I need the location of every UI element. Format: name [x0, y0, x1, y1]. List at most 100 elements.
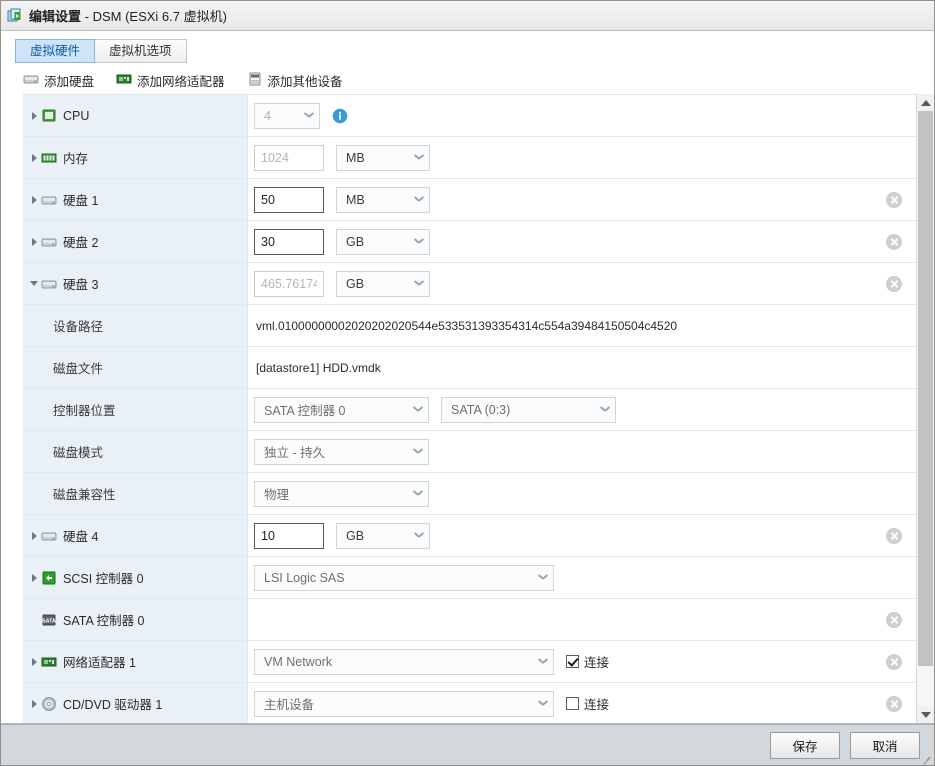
- hard-disk-icon: [41, 276, 57, 292]
- network-adapter-1-connect-checkbox[interactable]: [566, 655, 579, 668]
- disk-file-value: [datastore1] HDD.vmdk: [256, 360, 381, 375]
- cancel-button[interactable]: 取消: [850, 731, 920, 759]
- remove-hard-disk-1-button[interactable]: [886, 191, 902, 208]
- controller-location-label: 控制器位置: [53, 404, 116, 418]
- remove-sata-controller-0-button[interactable]: [886, 611, 902, 628]
- controller-select[interactable]: SATA 控制器 0: [254, 396, 429, 423]
- device-grid: CPU 4 内存 1024 MB 硬盘 1 50 MB 硬盘 2 30 GB 硬…: [23, 94, 916, 723]
- remove-hard-disk-2-button[interactable]: [886, 233, 902, 250]
- row-disk-compatibility: 磁盘兼容性 物理: [23, 473, 916, 515]
- row-disk-file: 磁盘文件 [datastore1] HDD.vmdk: [23, 347, 916, 389]
- hard-disk-2-unit-select[interactable]: GB: [336, 228, 430, 255]
- expand-cd-dvd-drive-1-toggle[interactable]: [27, 699, 41, 708]
- expand-hard-disk-1-toggle[interactable]: [27, 195, 41, 204]
- tab-virtual-hardware[interactable]: 虚拟硬件: [15, 39, 96, 63]
- cd-dvd-drive-1-connect-checkbox[interactable]: [566, 697, 579, 710]
- chevron-down-icon: [538, 659, 547, 664]
- network-adapter-icon: [116, 71, 132, 90]
- row-disk-mode-control-cell: 独立 - 持久: [248, 431, 916, 472]
- disk-mode-select[interactable]: 独立 - 持久: [254, 438, 429, 465]
- row-scsi-controller-0: SCSI 控制器 0 LSI Logic SAS: [23, 557, 916, 599]
- chevron-down-icon: [413, 407, 422, 412]
- row-device-path-label-cell: 设备路径: [23, 305, 248, 346]
- row-disk-file-label-cell: 磁盘文件: [23, 347, 248, 388]
- scsi-controller-type-select[interactable]: LSI Logic SAS: [254, 564, 554, 591]
- chevron-down-icon: [414, 239, 423, 244]
- hard-disk-4-unit-select[interactable]: GB: [336, 522, 430, 549]
- network-adapter-1-network-select[interactable]: VM Network: [254, 648, 554, 675]
- remove-network-adapter-1-button[interactable]: [886, 653, 902, 670]
- expand-hard-disk-4-toggle[interactable]: [27, 531, 41, 540]
- device-list-scrollbar[interactable]: [916, 94, 934, 723]
- row-disk-compatibility-label-cell: 磁盘兼容性: [23, 473, 248, 514]
- expand-cpu-toggle[interactable]: [27, 111, 41, 120]
- info-icon[interactable]: [332, 108, 348, 124]
- hard-disk-3-size-input[interactable]: [254, 270, 324, 297]
- row-controller-location-control-cell: SATA 控制器 0 SATA (0:3): [248, 389, 916, 430]
- save-button[interactable]: 保存: [770, 731, 840, 759]
- row-hard-disk-3-label-cell: 硬盘 3: [23, 263, 248, 304]
- device-toolbar: 添加硬盘 添加网络适配器 添加其他设备: [1, 67, 934, 94]
- row-scsi-controller-0-label-cell: SCSI 控制器 0: [23, 557, 248, 598]
- cpu-count-select[interactable]: 4: [254, 102, 320, 129]
- hard-disk-2-size-input[interactable]: [254, 228, 324, 255]
- cd-dvd-icon: [41, 696, 57, 712]
- scroll-up-button[interactable]: [917, 94, 934, 111]
- expand-network-adapter-1-toggle[interactable]: [27, 657, 41, 666]
- row-hard-disk-1: 硬盘 1 MB: [23, 179, 916, 221]
- resize-grip[interactable]: [921, 753, 931, 766]
- scrollbar-thumb[interactable]: [918, 111, 933, 666]
- disk-mode-label: 磁盘模式: [53, 446, 104, 460]
- collapse-hard-disk-3-toggle[interactable]: [27, 281, 41, 286]
- cd-dvd-drive-1-source-select[interactable]: 主机设备: [254, 690, 554, 717]
- row-cpu-label-cell: CPU: [23, 95, 248, 136]
- title-bar: 编辑设置 - DSM (ESXi 6.7 虚拟机): [1, 1, 934, 31]
- row-hard-disk-1-control-cell: MB: [248, 179, 916, 220]
- hard-disk-1-size-input[interactable]: [254, 186, 324, 213]
- row-device-path: 设备路径 vml.01000000002020202020544e5335313…: [23, 305, 916, 347]
- cd-dvd-drive-1-connect-wrap: 连接: [566, 694, 609, 713]
- chevron-down-icon: [414, 533, 423, 538]
- row-hard-disk-4-label-cell: 硬盘 4: [23, 515, 248, 556]
- tab-vm-options[interactable]: 虚拟机选项: [94, 39, 187, 63]
- edit-settings-dialog: 编辑设置 - DSM (ESXi 6.7 虚拟机) 虚拟硬件 虚拟机选项 添加硬…: [0, 0, 935, 766]
- row-hard-disk-3-control-cell: GB: [248, 263, 916, 304]
- expand-hard-disk-2-toggle[interactable]: [27, 237, 41, 246]
- add-other-device-button[interactable]: 添加其他设备: [247, 71, 343, 90]
- controller-node-select[interactable]: SATA (0:3): [441, 396, 616, 423]
- remove-cd-dvd-drive-1-button[interactable]: [886, 695, 902, 712]
- scsi-controller-type-value: LSI Logic SAS: [264, 570, 345, 585]
- remove-hard-disk-3-button[interactable]: [886, 275, 902, 292]
- add-hard-disk-button[interactable]: 添加硬盘: [23, 71, 94, 90]
- controller-value: SATA 控制器 0: [264, 404, 346, 418]
- hard-disk-icon: [41, 234, 57, 250]
- cpu-count-value: 4: [264, 108, 271, 123]
- remove-hard-disk-4-button[interactable]: [886, 527, 902, 544]
- hard-disk-3-unit-select[interactable]: GB: [336, 270, 430, 297]
- device-path-value: vml.01000000002020202020544e533531393354…: [256, 318, 678, 333]
- expand-scsi-controller-0-toggle[interactable]: [27, 573, 41, 582]
- row-hard-disk-4: 硬盘 4 GB: [23, 515, 916, 557]
- hard-disk-1-unit-select[interactable]: MB: [336, 186, 430, 213]
- add-other-device-label: 添加其他设备: [267, 75, 343, 89]
- row-hard-disk-1-label-cell: 硬盘 1: [23, 179, 248, 220]
- memory-size-input[interactable]: [254, 144, 324, 171]
- row-cd-dvd-drive-1: CD/DVD 驱动器 1 主机设备 连接: [23, 683, 916, 723]
- sata-controller-icon: SATA: [41, 612, 57, 628]
- expand-memory-toggle[interactable]: [27, 153, 41, 162]
- disk-compatibility-select[interactable]: 物理: [254, 480, 429, 507]
- device-path-label: 设备路径: [53, 320, 104, 334]
- row-cd-dvd-drive-1-label-cell: CD/DVD 驱动器 1: [23, 683, 248, 723]
- row-cpu-label: CPU: [63, 108, 90, 123]
- memory-unit-select[interactable]: MB: [336, 144, 430, 171]
- row-hard-disk-2: 硬盘 2 GB: [23, 221, 916, 263]
- network-adapter-1-network-value: VM Network: [264, 654, 333, 669]
- row-sata-controller-0-label-cell: SATA SATA 控制器 0: [23, 599, 248, 640]
- scrollbar-track[interactable]: [917, 111, 934, 706]
- row-memory-label-cell: 内存: [23, 137, 248, 178]
- hard-disk-icon: [23, 71, 39, 90]
- add-network-adapter-button[interactable]: 添加网络适配器: [116, 71, 225, 90]
- scroll-down-button[interactable]: [917, 706, 934, 723]
- row-scsi-controller-0-control-cell: LSI Logic SAS: [248, 557, 916, 598]
- hard-disk-4-size-input[interactable]: [254, 522, 324, 549]
